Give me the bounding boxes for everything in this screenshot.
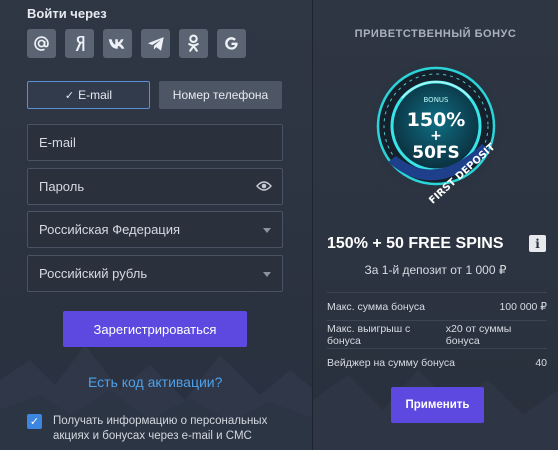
telegram-icon[interactable] xyxy=(141,29,170,58)
bonus-title: 150% + 50 FREE SPINS xyxy=(327,235,504,252)
row-value: 40 xyxy=(535,356,547,369)
password-field[interactable] xyxy=(27,168,283,205)
currency-select[interactable]: Российский рубль xyxy=(27,255,283,292)
bonus-subtitle: За 1-й депозит от 1 000 ₽ xyxy=(364,263,507,277)
row-label: Макс. сумма бонуса xyxy=(327,300,425,313)
row-value: x20 от суммы бонуса xyxy=(445,322,512,347)
yandex-icon[interactable] xyxy=(65,29,94,58)
social-login-row xyxy=(27,29,246,58)
table-row: Макс. сумма бонуса 100 000 ₽ xyxy=(327,292,547,320)
odnoklassniki-icon[interactable] xyxy=(179,29,208,58)
bonus-details-table: Макс. сумма бонуса 100 000 ₽ Макс. выигр… xyxy=(327,292,547,376)
row-value: 100 000 ₽ xyxy=(499,300,547,313)
chevron-down-icon xyxy=(263,272,271,277)
apply-bonus-button[interactable]: Применить xyxy=(391,387,484,423)
badge-fs-text: 50FS xyxy=(412,143,460,163)
row-label: Вейджер на сумму бонуса xyxy=(327,356,455,369)
eye-icon[interactable] xyxy=(256,180,272,195)
country-select[interactable]: Российская Федерация xyxy=(27,211,283,248)
chevron-down-icon xyxy=(263,228,271,233)
email-field[interactable] xyxy=(27,124,283,161)
tab-phone[interactable]: Номер телефона xyxy=(159,81,282,109)
tab-email[interactable]: ✓ E-mail xyxy=(27,81,150,109)
bonus-header: ПРИВЕТСТВЕННЫЙ БОНУС xyxy=(354,28,517,40)
checkmark-icon: ✓ xyxy=(29,416,40,428)
email-input[interactable] xyxy=(39,135,239,150)
tab-email-label: E-mail xyxy=(78,88,113,102)
tab-phone-label: Номер телефона xyxy=(172,88,269,102)
checkmark-icon: ✓ xyxy=(64,89,75,102)
consent-label: Получать информацию о персональных акция… xyxy=(53,415,268,442)
password-input[interactable] xyxy=(39,179,239,194)
google-icon[interactable] xyxy=(217,29,246,58)
register-button[interactable]: Зарегистрироваться xyxy=(63,311,247,347)
badge-small-text: BONUS xyxy=(424,96,450,104)
at-sign-icon[interactable] xyxy=(27,29,56,58)
bonus-badge-image: FIRST DEPOSIT BONUS 150% + 50FS xyxy=(368,58,504,204)
row-label: Макс. выигрыш с бонуса xyxy=(327,322,411,347)
vk-icon[interactable] xyxy=(103,29,132,58)
currency-value: Российский рубль xyxy=(39,266,148,281)
activation-code-link[interactable]: Есть код активации? xyxy=(88,374,222,390)
info-icon[interactable]: i xyxy=(529,235,546,252)
country-value: Российская Федерация xyxy=(39,222,181,237)
welcome-bonus-panel: ПРИВЕТСТВЕННЫЙ БОНУС FIRST DEPOSIT BONUS… xyxy=(313,0,558,450)
consent-checkbox[interactable]: ✓ xyxy=(27,414,42,429)
badge-plus-text: + xyxy=(430,128,442,144)
table-row: Вейджер на сумму бонуса 40 xyxy=(327,348,547,376)
register-method-tabs: ✓ E-mail Номер телефона xyxy=(27,81,282,109)
table-row: Макс. выигрыш с бонуса x20 от суммы бону… xyxy=(327,320,547,348)
registration-panel: Войти через ✓ E-mail Номер телефона E-ma… xyxy=(0,0,312,450)
login-via-title: Войти через xyxy=(27,6,107,21)
